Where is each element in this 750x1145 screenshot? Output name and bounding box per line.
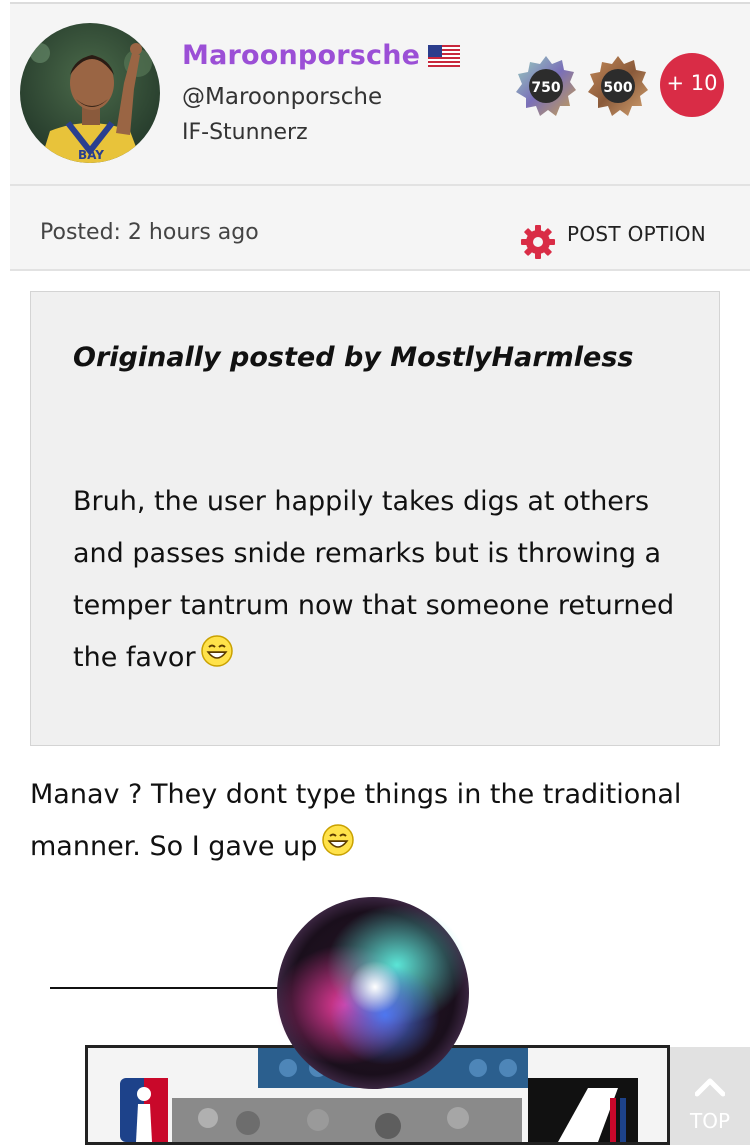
avatar[interactable]: BAY <box>20 23 160 163</box>
reply-body: Manav ? They dont type things in the tra… <box>30 769 730 873</box>
gear-icon[interactable] <box>520 224 556 260</box>
badge-750-icon[interactable]: 750 <box>514 54 578 118</box>
badge-750-label: 750 <box>531 80 560 96</box>
username[interactable]: Maroonporsche <box>182 40 461 71</box>
user-handle: @Maroonporsche <box>182 84 383 110</box>
user-card: BAY Maroonporsche @Maroonporsche IF-Stun… <box>10 4 750 184</box>
reply-text: Manav ? They dont type things in the tra… <box>30 779 682 862</box>
user-team[interactable]: IF-Stunnerz <box>182 120 308 145</box>
chevron-up-icon <box>694 1077 726 1097</box>
siri-orb-icon[interactable] <box>275 895 471 1091</box>
signature-divider <box>50 987 282 989</box>
posted-timestamp: Posted: 2 hours ago <box>40 220 259 245</box>
post-meta-bar: Posted: 2 hours ago POST OPTION <box>10 186 750 270</box>
quote-body: Bruh, the user happily takes digs at oth… <box>73 476 703 684</box>
badge-500-icon[interactable]: 500 <box>586 54 650 118</box>
quote-text: Bruh, the user happily takes digs at oth… <box>73 486 675 673</box>
grin-emoji-icon <box>321 823 355 857</box>
us-flag-icon <box>428 43 461 67</box>
username-text[interactable]: Maroonporsche <box>182 40 420 71</box>
post-option-button[interactable]: POST OPTION <box>567 222 706 246</box>
quote-block: Originally posted by MostlyHarmless Bruh… <box>30 291 720 746</box>
more-badges-button[interactable]: + 10 <box>660 53 724 117</box>
scroll-to-top-label: TOP <box>689 1109 731 1133</box>
scroll-to-top-button[interactable]: TOP <box>670 1047 750 1145</box>
quote-author: Originally posted by MostlyHarmless <box>73 342 634 373</box>
badge-500-label: 500 <box>603 80 632 96</box>
nba-logo-icon <box>120 1078 168 1142</box>
team-logo-icon <box>528 1078 638 1142</box>
grin-emoji-icon <box>200 634 234 668</box>
jersey-text: BAY <box>78 148 104 162</box>
